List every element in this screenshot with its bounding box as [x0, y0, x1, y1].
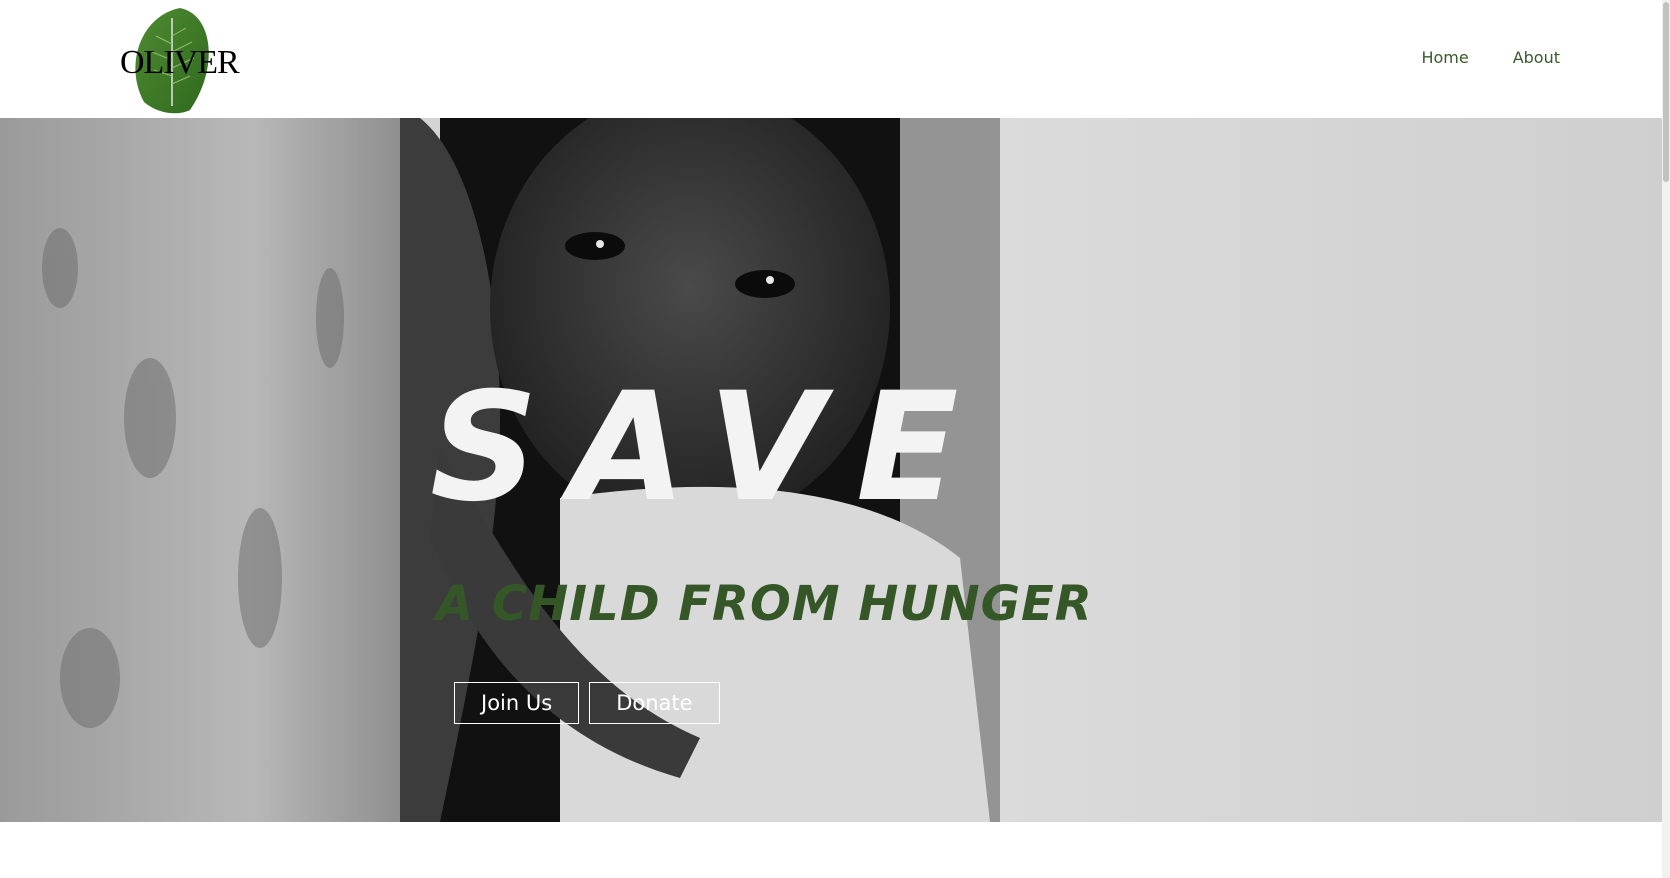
nav-about-link[interactable]: About	[1513, 48, 1560, 67]
main-nav: Home About	[1421, 48, 1560, 67]
donate-button[interactable]: Donate	[589, 682, 720, 724]
join-us-button[interactable]: Join Us	[454, 682, 580, 724]
hero-banner: SAVE A CHILD FROM HUNGER Join Us Donate	[0, 118, 1662, 822]
logo[interactable]: OLIVER	[120, 6, 240, 118]
hero-title: SAVE	[430, 361, 991, 535]
page-scrollbar[interactable]	[1662, 0, 1670, 878]
hero-actions: Join Us Donate	[454, 682, 720, 724]
nav-home-link[interactable]: Home	[1421, 48, 1468, 67]
site-header: OLIVER Home About	[0, 0, 1662, 118]
hero-subtitle: A CHILD FROM HUNGER	[436, 576, 1093, 632]
scrollbar-thumb[interactable]	[1663, 2, 1669, 182]
logo-text: OLIVER	[120, 44, 240, 81]
